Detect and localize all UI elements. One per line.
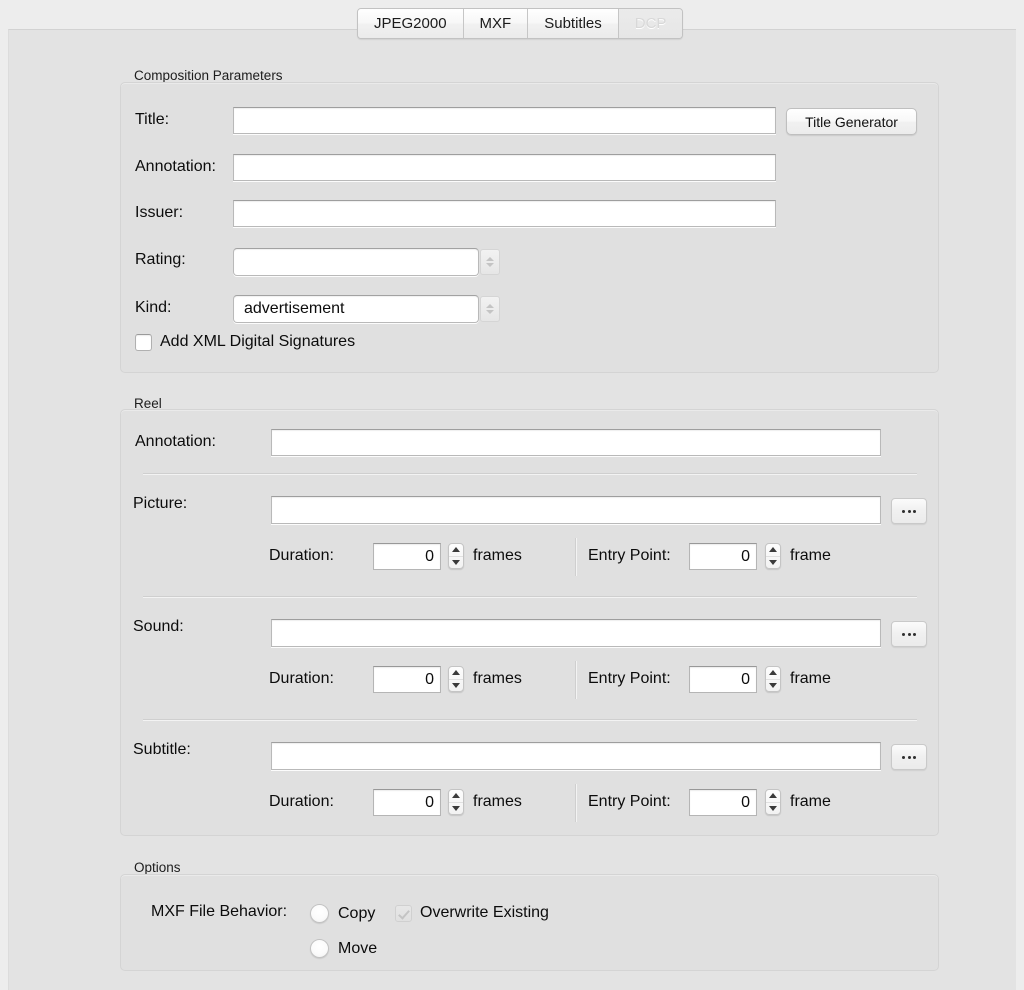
subtitle-duration-stepper-down[interactable] bbox=[449, 803, 463, 815]
sound-browse-button[interactable] bbox=[891, 621, 927, 647]
composition-parameters-group-title: Composition Parameters bbox=[134, 68, 283, 83]
picture-entry-stepper-down[interactable] bbox=[766, 557, 780, 569]
tab-subtitles-label: Subtitles bbox=[544, 15, 602, 32]
reel-separator-2 bbox=[143, 596, 917, 598]
sound-duration-stepper-down[interactable] bbox=[449, 680, 463, 692]
subtitle-entry-stepper[interactable] bbox=[765, 789, 781, 815]
subtitle-duration-unit: frames bbox=[473, 793, 522, 810]
subtitle-row-divider bbox=[575, 784, 577, 822]
sound-entry-unit: frame bbox=[790, 670, 831, 687]
subtitle-duration-label: Duration: bbox=[269, 793, 334, 810]
picture-duration-stepper-down[interactable] bbox=[449, 557, 463, 569]
picture-duration-unit: frames bbox=[473, 547, 522, 564]
ellipsis-icon bbox=[902, 509, 905, 513]
sound-entry-stepper-up[interactable] bbox=[766, 667, 780, 680]
tab-subtitles[interactable]: Subtitles bbox=[528, 9, 619, 38]
add-xml-digital-signatures-label: Add XML Digital Signatures bbox=[160, 333, 356, 350]
picture-path-input[interactable] bbox=[271, 496, 881, 524]
subtitle-duration-stepper-up[interactable] bbox=[449, 790, 463, 803]
subtitle-entry-input[interactable]: 0 bbox=[689, 789, 757, 816]
sound-entry-stepper[interactable] bbox=[765, 666, 781, 692]
tab-dcp[interactable]: DCP bbox=[618, 9, 683, 38]
subtitle-entry-stepper-up[interactable] bbox=[766, 790, 780, 803]
issuer-label: Issuer: bbox=[135, 204, 184, 221]
picture-duration-input[interactable]: 0 bbox=[373, 543, 441, 570]
radio-move-row[interactable]: Move bbox=[310, 939, 377, 958]
rating-chevron-up-down-icon[interactable] bbox=[480, 249, 500, 275]
sound-entry-label: Entry Point: bbox=[588, 670, 671, 687]
tab-bar: JPEG2000 MXF Subtitles DCP bbox=[357, 8, 684, 39]
ellipsis-icon bbox=[902, 755, 905, 759]
reel-separator-1 bbox=[143, 473, 917, 475]
picture-entry-input[interactable]: 0 bbox=[689, 543, 757, 570]
tab-jpeg2000-label: JPEG2000 bbox=[374, 15, 447, 32]
ellipsis-icon bbox=[902, 632, 905, 636]
radio-copy-label: Copy bbox=[338, 904, 376, 922]
rating-combobox[interactable] bbox=[233, 248, 500, 276]
title-label: Title: bbox=[135, 111, 170, 128]
sound-label: Sound: bbox=[133, 618, 184, 635]
composition-annotation-label: Annotation: bbox=[135, 158, 216, 175]
reel-annotation-input[interactable] bbox=[271, 429, 881, 456]
reel-annotation-label: Annotation: bbox=[135, 433, 216, 450]
subtitle-label: Subtitle: bbox=[133, 741, 191, 758]
sound-duration-input[interactable]: 0 bbox=[373, 666, 441, 693]
composition-annotation-input[interactable] bbox=[233, 154, 776, 181]
kind-chevron-up-down-icon[interactable] bbox=[480, 296, 500, 322]
overwrite-existing-label: Overwrite Existing bbox=[420, 904, 549, 921]
sound-duration-stepper[interactable] bbox=[448, 666, 464, 692]
sound-duration-label: Duration: bbox=[269, 670, 334, 687]
sound-row-divider bbox=[575, 661, 577, 699]
subtitle-duration-stepper[interactable] bbox=[448, 789, 464, 815]
radio-copy-button[interactable] bbox=[310, 904, 329, 923]
sound-entry-stepper-down[interactable] bbox=[766, 680, 780, 692]
application-window: JPEG2000 MXF Subtitles DCP Composition P… bbox=[0, 0, 1024, 990]
picture-entry-label: Entry Point: bbox=[588, 547, 671, 564]
kind-value: advertisement bbox=[244, 300, 345, 317]
kind-combobox[interactable]: advertisement bbox=[233, 295, 500, 323]
subtitle-entry-stepper-down[interactable] bbox=[766, 803, 780, 815]
mxf-file-behavior-label: MXF File Behavior: bbox=[151, 903, 288, 920]
subtitle-duration-input[interactable]: 0 bbox=[373, 789, 441, 816]
picture-duration-stepper[interactable] bbox=[448, 543, 464, 569]
subtitle-entry-unit: frame bbox=[790, 793, 831, 810]
title-input[interactable] bbox=[233, 107, 776, 134]
subtitle-entry-label: Entry Point: bbox=[588, 793, 671, 810]
title-generator-button[interactable]: Title Generator bbox=[786, 108, 917, 135]
picture-row-divider bbox=[575, 538, 577, 576]
picture-entry-unit: frame bbox=[790, 547, 831, 564]
add-xml-digital-signatures-checkbox[interactable] bbox=[135, 333, 152, 351]
overwrite-existing-checkbox-row[interactable]: Overwrite Existing bbox=[395, 904, 549, 922]
subtitle-path-input[interactable] bbox=[271, 742, 881, 770]
radio-copy-row[interactable]: Copy bbox=[310, 904, 375, 923]
picture-entry-stepper-up[interactable] bbox=[766, 544, 780, 557]
radio-move-label: Move bbox=[338, 939, 378, 957]
reel-separator-3 bbox=[143, 719, 917, 721]
sound-entry-input[interactable]: 0 bbox=[689, 666, 757, 693]
title-generator-button-label: Title Generator bbox=[805, 113, 898, 130]
subtitle-browse-button[interactable] bbox=[891, 744, 927, 770]
add-xml-digital-signatures-checkbox-row[interactable]: Add XML Digital Signatures bbox=[135, 333, 355, 351]
overwrite-existing-checkbox[interactable] bbox=[395, 904, 412, 922]
picture-entry-stepper[interactable] bbox=[765, 543, 781, 569]
radio-move-button[interactable] bbox=[310, 939, 329, 958]
tab-jpeg2000[interactable]: JPEG2000 bbox=[358, 9, 464, 38]
picture-duration-label: Duration: bbox=[269, 547, 334, 564]
tab-dcp-label: DCP bbox=[634, 15, 667, 32]
options-group-title: Options bbox=[134, 860, 181, 875]
options-groupbox bbox=[120, 874, 939, 971]
sound-path-input[interactable] bbox=[271, 619, 881, 647]
sound-duration-stepper-up[interactable] bbox=[449, 667, 463, 680]
picture-label: Picture: bbox=[133, 495, 188, 512]
issuer-input[interactable] bbox=[233, 200, 776, 227]
sound-duration-unit: frames bbox=[473, 670, 522, 687]
rating-label: Rating: bbox=[135, 251, 186, 268]
kind-label: Kind: bbox=[135, 299, 172, 316]
picture-duration-stepper-up[interactable] bbox=[449, 544, 463, 557]
tab-mxf-label: MXF bbox=[479, 15, 512, 32]
tab-mxf[interactable]: MXF bbox=[463, 9, 529, 38]
picture-browse-button[interactable] bbox=[891, 498, 927, 524]
